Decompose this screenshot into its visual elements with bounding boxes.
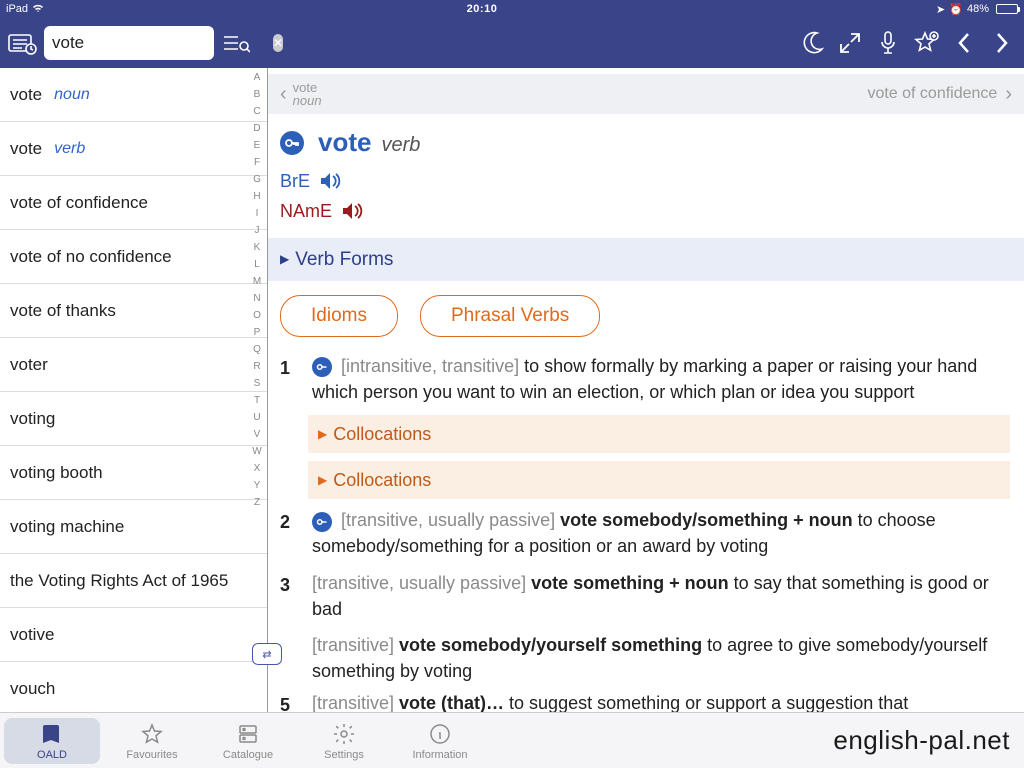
alarm-icon: ⏰ bbox=[949, 3, 963, 16]
tab-information[interactable]: Information bbox=[392, 721, 488, 761]
location-icon: ➤ bbox=[936, 3, 945, 16]
index-letter[interactable]: Q bbox=[253, 344, 261, 355]
index-letter[interactable]: D bbox=[253, 123, 260, 134]
sense-5: 5 [transitive] vote (that)… to suggest s… bbox=[280, 690, 1010, 712]
index-letter[interactable]: T bbox=[254, 395, 260, 406]
tab-favourites[interactable]: Favourites bbox=[104, 721, 200, 761]
bre-label: BrE bbox=[280, 168, 310, 194]
tab-catalogue[interactable]: Catalogue bbox=[200, 721, 296, 761]
collocations-bar[interactable]: ▶Collocations bbox=[308, 415, 1010, 453]
speaker-name-icon[interactable] bbox=[340, 201, 366, 221]
key-icon bbox=[280, 131, 304, 155]
index-letter[interactable]: Z bbox=[254, 497, 260, 508]
index-letter[interactable]: M bbox=[253, 276, 261, 287]
history-icon[interactable] bbox=[6, 27, 38, 59]
device-label: iPad bbox=[6, 3, 28, 15]
gear-icon bbox=[331, 721, 357, 747]
key-icon bbox=[312, 512, 332, 532]
entry-pager: ‹ vote noun vote of confidence › bbox=[268, 74, 1024, 114]
battery-percent: 48% bbox=[967, 3, 989, 15]
result-item[interactable]: vote of thanks bbox=[0, 284, 267, 338]
index-letter[interactable]: R bbox=[253, 361, 260, 372]
mic-icon[interactable] bbox=[872, 27, 904, 59]
clock: 20:10 bbox=[86, 3, 878, 15]
index-letter[interactable]: O bbox=[253, 310, 261, 321]
chevron-left-icon: ‹ bbox=[280, 83, 287, 106]
idioms-button[interactable]: Idioms bbox=[280, 295, 398, 337]
key-icon bbox=[312, 357, 332, 377]
index-letter[interactable]: F bbox=[254, 157, 260, 168]
result-item[interactable]: voting booth bbox=[0, 446, 267, 500]
nav-forward-icon[interactable] bbox=[986, 27, 1018, 59]
tab-oald[interactable]: OALD bbox=[4, 718, 100, 764]
watermark: english-pal.net bbox=[833, 725, 1024, 756]
part-of-speech: verb bbox=[381, 131, 420, 160]
sense-2: 2 [transitive, usually passive] vote som… bbox=[280, 507, 1010, 559]
index-letter[interactable]: S bbox=[254, 378, 261, 389]
chevron-right-icon: › bbox=[1005, 83, 1012, 106]
battery-icon bbox=[996, 4, 1018, 14]
entry-panel: ‹ vote noun vote of confidence › vote ve… bbox=[268, 68, 1024, 712]
index-letter[interactable]: C bbox=[253, 106, 260, 117]
clear-icon[interactable]: ✕ bbox=[273, 34, 283, 52]
index-letter[interactable]: I bbox=[256, 208, 259, 219]
index-letter[interactable]: U bbox=[253, 412, 260, 423]
ios-status-bar: iPad 20:10 ➤ ⏰ 48% bbox=[0, 0, 1024, 18]
index-letter[interactable]: J bbox=[255, 225, 260, 236]
search-options-icon[interactable] bbox=[220, 27, 252, 59]
verb-forms-bar[interactable]: ▶ Verb Forms bbox=[268, 238, 1024, 282]
favourite-add-icon[interactable] bbox=[910, 27, 942, 59]
star-icon bbox=[139, 721, 165, 747]
results-sidebar: votenounvoteverbvote of confidencevote o… bbox=[0, 68, 268, 712]
bottom-tabbar: OALD Favourites Catalogue Settings Infor… bbox=[0, 712, 1024, 768]
pager-next[interactable]: vote of confidence › bbox=[867, 83, 1012, 106]
catalogue-icon bbox=[235, 721, 261, 747]
result-item[interactable]: vouch bbox=[0, 662, 267, 712]
sense-3: 3 [transitive, usually passive] vote som… bbox=[280, 570, 1010, 622]
result-item[interactable]: vote of no confidence bbox=[0, 230, 267, 284]
result-item[interactable]: voting machine bbox=[0, 500, 267, 554]
index-letter[interactable]: K bbox=[254, 242, 261, 253]
wifi-icon bbox=[32, 3, 44, 16]
pager-prev[interactable]: ‹ vote noun bbox=[280, 81, 322, 107]
nav-back-icon[interactable] bbox=[948, 27, 980, 59]
history-toggle-icon[interactable]: ⇄ bbox=[252, 643, 282, 665]
night-mode-icon[interactable] bbox=[796, 27, 828, 59]
fullscreen-icon[interactable] bbox=[834, 27, 866, 59]
index-letter[interactable]: V bbox=[254, 429, 261, 440]
info-icon bbox=[427, 721, 453, 747]
index-letter[interactable]: X bbox=[254, 463, 261, 474]
index-letter[interactable]: P bbox=[254, 327, 261, 338]
collocations-bar[interactable]: ▶Collocations bbox=[308, 461, 1010, 499]
index-letter[interactable]: L bbox=[254, 259, 260, 270]
top-toolbar: ✕ bbox=[0, 18, 1024, 68]
name-label: NAmE bbox=[280, 198, 332, 224]
sense-4: [transitive] vote somebody/yourself some… bbox=[312, 632, 1010, 684]
index-letter[interactable]: G bbox=[253, 174, 261, 185]
result-item[interactable]: voter bbox=[0, 338, 267, 392]
result-item[interactable]: the Voting Rights Act of 1965 bbox=[0, 554, 267, 608]
result-item[interactable]: vote of confidence bbox=[0, 176, 267, 230]
tab-settings[interactable]: Settings bbox=[296, 721, 392, 761]
index-letter[interactable]: B bbox=[254, 89, 261, 100]
index-letter[interactable]: N bbox=[253, 293, 260, 304]
sense-1: 1 [intransitive, transitive] to show for… bbox=[280, 353, 1010, 405]
speaker-bre-icon[interactable] bbox=[318, 171, 344, 191]
result-item[interactable]: voting bbox=[0, 392, 267, 446]
index-letter[interactable]: W bbox=[252, 446, 261, 457]
result-item[interactable]: votive bbox=[0, 608, 267, 662]
result-item[interactable]: voteverb bbox=[0, 122, 267, 176]
headword: vote bbox=[318, 124, 371, 162]
index-letter[interactable]: Y bbox=[254, 480, 261, 491]
book-icon bbox=[39, 721, 65, 747]
triangle-right-icon: ▶ bbox=[280, 251, 289, 268]
search-box[interactable]: ✕ bbox=[44, 26, 214, 60]
index-letter[interactable]: E bbox=[254, 140, 261, 151]
phrasal-verbs-button[interactable]: Phrasal Verbs bbox=[420, 295, 600, 337]
index-letter[interactable]: H bbox=[253, 191, 260, 202]
result-item[interactable]: votenoun bbox=[0, 68, 267, 122]
index-letter[interactable]: A bbox=[254, 72, 261, 83]
